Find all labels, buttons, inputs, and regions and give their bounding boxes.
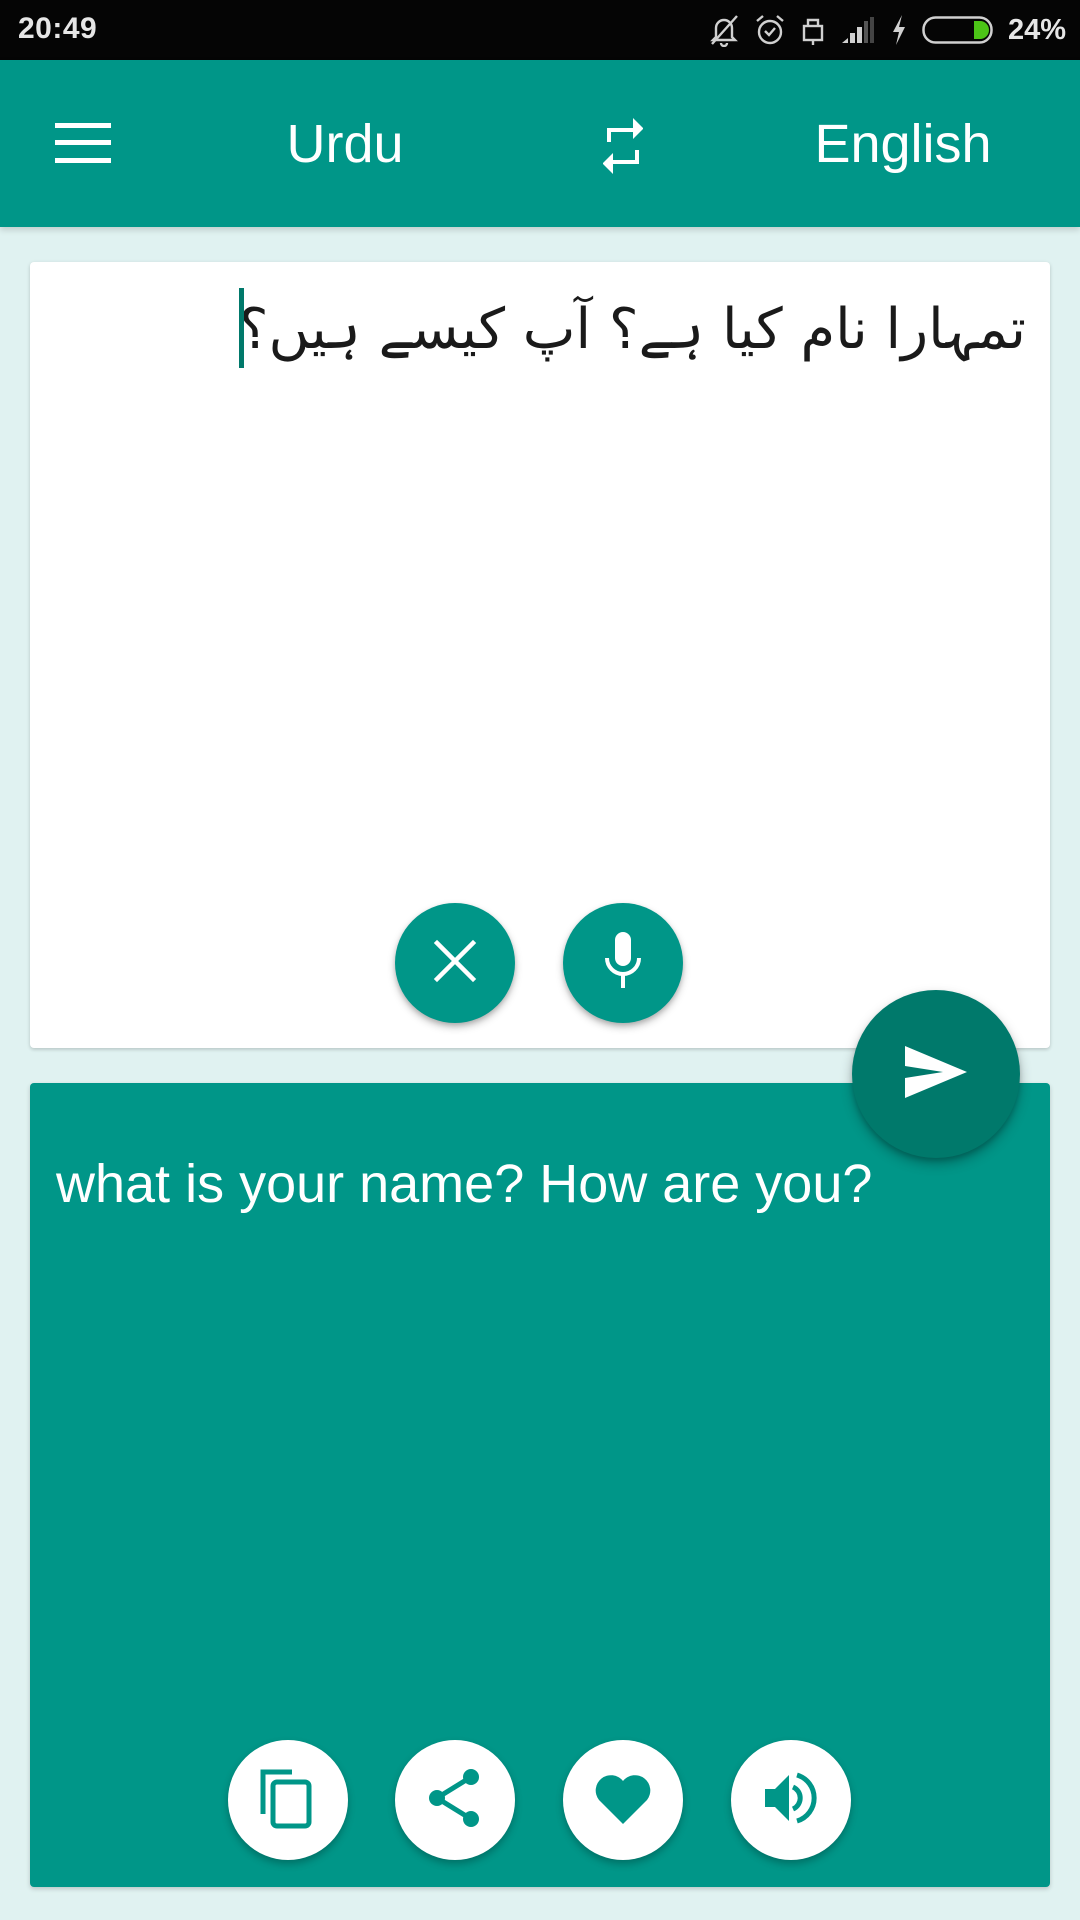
speaker-icon (761, 1767, 821, 1834)
menu-button[interactable] (48, 110, 118, 180)
swap-languages-button[interactable] (583, 108, 663, 188)
input-card: تمہارا نام کیا ہے؟ آپ کیسے ہیں؟ (30, 262, 1050, 1048)
send-icon (903, 1044, 969, 1105)
translate-send-button[interactable] (852, 990, 1020, 1158)
speak-button[interactable] (731, 1740, 851, 1860)
microphone-icon (603, 930, 643, 997)
target-language-selector[interactable]: English (783, 112, 1023, 176)
status-icons: 24% (708, 0, 1066, 60)
source-text-input[interactable]: تمہارا نام کیا ہے؟ آپ کیسے ہیں؟ (66, 284, 1026, 376)
status-bar: 20:49 24% (0, 0, 1080, 60)
signal-icon (840, 16, 876, 44)
copy-button[interactable] (228, 1740, 348, 1860)
heart-icon (593, 1770, 653, 1831)
app-bar: Urdu English (0, 60, 1080, 227)
battery-percent: 24% (1007, 13, 1066, 46)
clear-button[interactable] (395, 903, 515, 1023)
alarm-icon (754, 13, 786, 47)
translation-output-text: what is your name? How are you? (56, 1154, 873, 1214)
charging-icon (890, 13, 908, 47)
output-card: what is your name? How are you? (30, 1083, 1050, 1887)
notifications-off-icon (708, 13, 740, 47)
copy-icon (258, 1766, 318, 1835)
swap-languages-icon (595, 115, 651, 182)
microphone-button[interactable] (563, 903, 683, 1023)
close-icon (433, 939, 477, 988)
text-caret (239, 288, 244, 368)
share-icon (425, 1767, 485, 1834)
battery-icon (922, 16, 994, 44)
source-language-selector[interactable]: Urdu (245, 112, 445, 176)
lock-icon (800, 13, 826, 47)
share-button[interactable] (395, 1740, 515, 1860)
menu-icon (55, 122, 111, 168)
status-time: 20:49 (18, 12, 98, 45)
favorite-button[interactable] (563, 1740, 683, 1860)
